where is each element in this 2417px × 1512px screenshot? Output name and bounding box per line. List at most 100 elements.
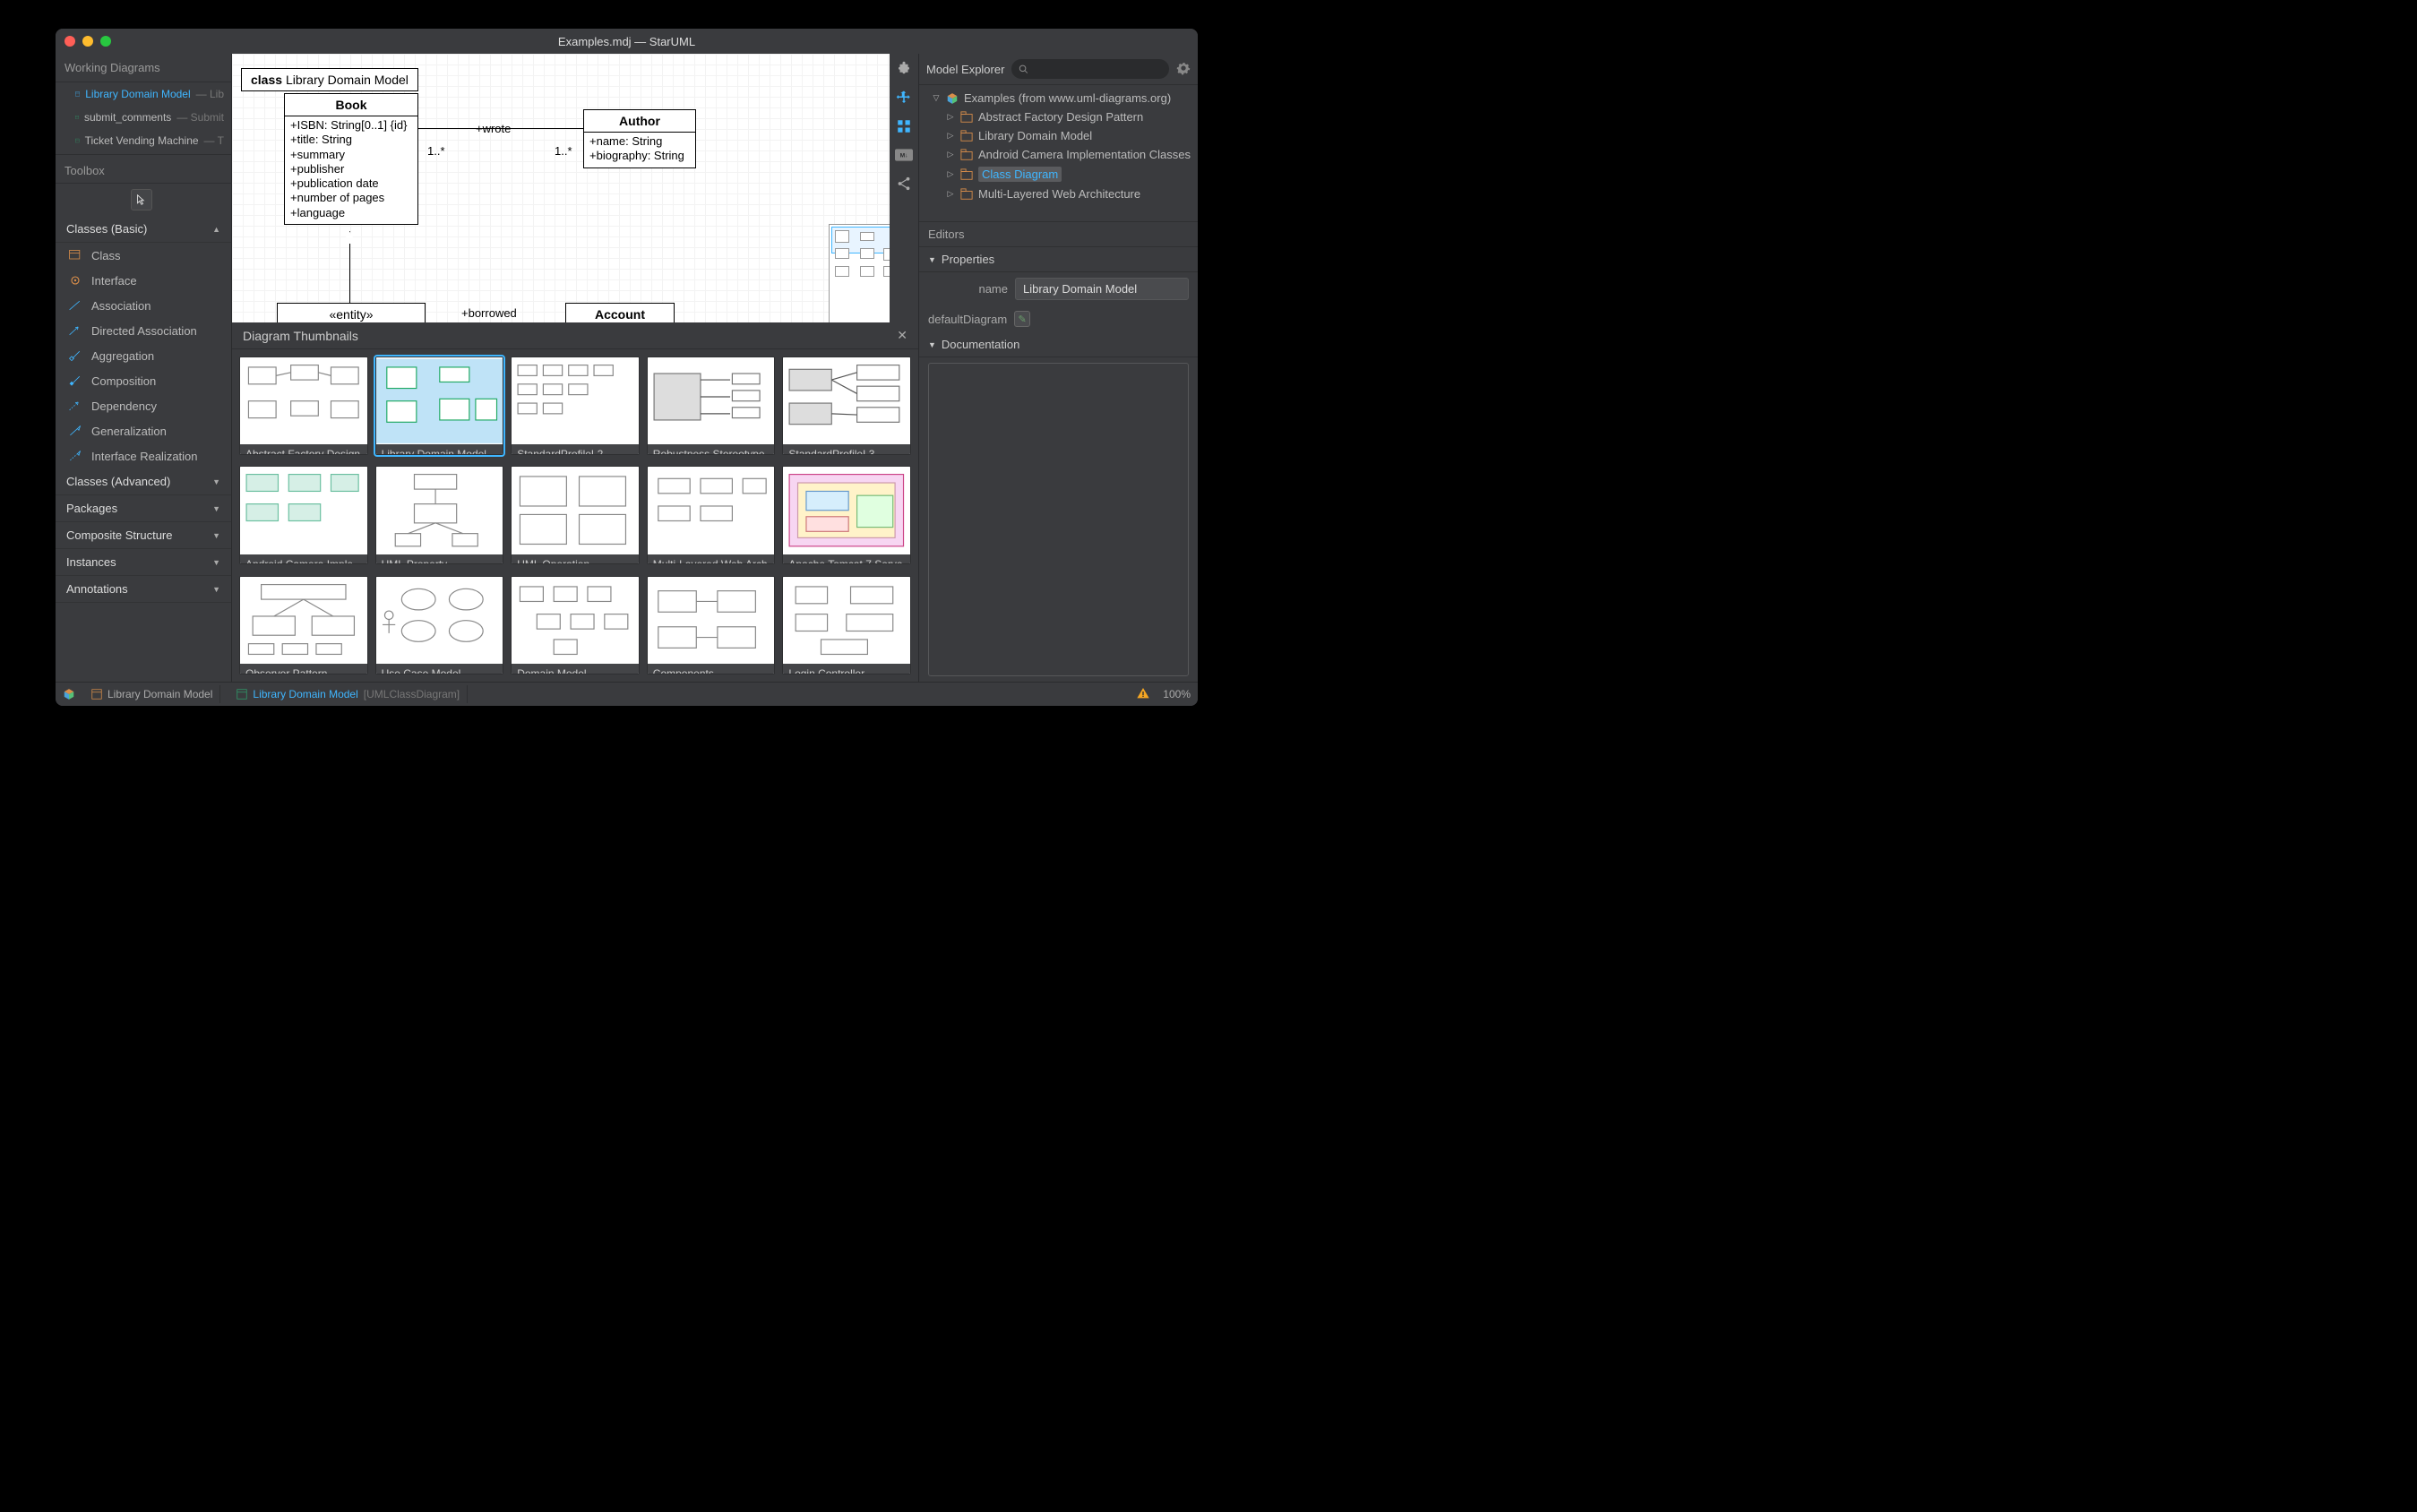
tree-item[interactable]: ▷ Library Domain Model [919,126,1198,145]
thumbnail-item[interactable]: Use Case Model [375,576,504,674]
toolbox-section-composite-structure[interactable]: Composite Structure▼ [56,522,231,549]
toolbox-item-generalization[interactable]: Generalization [56,418,231,443]
status-tab-2[interactable]: Library Domain Model [UMLClassDiagram] [229,685,468,703]
toolbox-section-annotations[interactable]: Annotations▼ [56,576,231,603]
toolbox-header: Toolbox [56,154,231,184]
thumbnail-label: StandardProfileL3 [783,444,910,454]
app-window: Examples.mdj — StarUML Working Diagrams … [56,29,1198,706]
thumbnail-label: Use Case Model [376,664,503,674]
diagram-canvas[interactable]: class Library Domain Model +wrote 1..* 1… [232,54,918,322]
window-controls [65,36,111,47]
cube-icon [946,92,959,105]
documentation-section-header[interactable]: ▼ Documentation [919,332,1198,357]
properties-section-header[interactable]: ▼ Properties [919,247,1198,272]
grid-tool-button[interactable] [894,116,914,136]
uml-class-book[interactable]: Book +ISBN: String[0..1] {id}+title: Str… [284,93,418,225]
grid-icon [896,118,912,134]
close-window-button[interactable] [65,36,75,47]
working-diagrams-list: Library Domain Model — Lib submit_commen… [56,82,231,152]
caret-down-icon: ▼ [212,504,220,513]
toolbox-item-composition[interactable]: Composition [56,368,231,393]
thumbnail-label: Components [648,664,775,674]
toolbox-item-aggregation[interactable]: Aggregation [56,343,231,368]
toolbox-section-instances[interactable]: Instances▼ [56,549,231,576]
uml-class-author[interactable]: Author +name: String+biography: String [583,109,696,168]
settings-button[interactable] [1176,61,1191,78]
uml-class-entity[interactable]: «entity» [277,303,426,322]
share-button[interactable] [894,174,914,193]
uml-class-account[interactable]: Account [565,303,675,322]
tool-icon [68,424,82,438]
maximize-window-button[interactable] [100,36,111,47]
toolbox-item-class[interactable]: Class [56,243,231,268]
thumbnail-item[interactable]: Multi-Layered Web Arch [647,466,776,564]
tree-item[interactable]: ▷ Android Camera Implementation Classes [919,145,1198,164]
thumbnail-label: Abstract Factory Design [240,444,367,454]
search-icon [1019,64,1028,74]
thumbnail-item[interactable]: Apache Tomcat 7 Serve [782,466,911,564]
package-icon [960,168,973,181]
thumbnail-item[interactable]: Android Camera Imple [239,466,368,564]
tree-item[interactable]: ▷ Abstract Factory Design Pattern [919,107,1198,126]
working-diagrams-header: Working Diagrams [56,54,231,82]
titlebar: Examples.mdj — StarUML [56,29,1198,54]
working-diagram-item[interactable]: Library Domain Model — Lib [56,82,231,106]
extensions-button[interactable] [894,59,914,79]
toolbox-items: ClassInterfaceAssociationDirected Associ… [56,243,231,468]
thumbnails-title: Diagram Thumbnails [243,329,358,343]
assoc-label-wrote: +wrote [476,122,511,135]
thumbnail-label: StandardProfileL2 [512,444,639,454]
tree-item[interactable]: ▷ Multi-Layered Web Architecture [919,185,1198,203]
model-search-input[interactable] [1033,62,1162,76]
tree-item[interactable]: ▷ Class Diagram [919,164,1198,185]
pointer-tool-button[interactable] [131,189,152,210]
thumbnail-item[interactable]: StandardProfileL2 [511,357,640,455]
prop-name-input[interactable] [1015,278,1189,300]
thumbnail-item[interactable]: UML Property [375,466,504,564]
minimize-window-button[interactable] [82,36,93,47]
caret-up-icon: ▲ [212,225,220,234]
model-explorer-header: Model Explorer [926,63,1004,76]
package-icon [960,130,973,142]
thumbnail-item[interactable]: Components [647,576,776,674]
thumbnail-item[interactable]: Robustness Stereotype [647,357,776,455]
toolbox-item-interface-realization[interactable]: Interface Realization [56,443,231,468]
status-tab-1[interactable]: Library Domain Model [84,685,220,703]
tree-root[interactable]: ▽ Examples (from www.uml-diagrams.org) [919,89,1198,107]
toolbox-item-association[interactable]: Association [56,293,231,318]
toolbox-section-classes-advanced-[interactable]: Classes (Advanced)▼ [56,468,231,495]
zoom-level[interactable]: 100% [1163,688,1191,700]
toolbox-section-classes-basic[interactable]: Classes (Basic) ▲ [56,216,231,243]
toolbox-section-packages[interactable]: Packages▼ [56,495,231,522]
thumbnail-label: UML Operation [512,554,639,564]
thumbnail-item[interactable]: StandardProfileL3 [782,357,911,455]
model-search[interactable] [1011,59,1169,79]
caret-down-icon: ▼ [212,531,220,540]
diagram-icon [75,134,80,147]
move-tool-button[interactable] [894,88,914,107]
puzzle-icon [896,61,912,77]
warning-icon[interactable] [1136,686,1150,703]
working-diagram-item[interactable]: submit_comments — Submit [56,106,231,129]
thumbnail-item[interactable]: Library Domain Model [375,357,504,455]
window-title: Examples.mdj — StarUML [56,35,1198,48]
package-icon [960,149,973,161]
markdown-button[interactable]: M↓ [894,145,914,165]
documentation-textarea[interactable] [928,363,1189,676]
close-thumbnails-button[interactable]: ✕ [897,328,907,343]
package-icon [960,188,973,201]
toolbox-item-dependency[interactable]: Dependency [56,393,231,418]
thumbnail-item[interactable]: Abstract Factory Design [239,357,368,455]
default-diagram-checkbox[interactable]: ✎ [1014,311,1030,327]
working-diagram-item[interactable]: Ticket Vending Machine — T [56,129,231,152]
tool-icon [68,248,82,262]
thumbnail-item[interactable]: Observer Pattern [239,576,368,674]
toolbox-item-interface[interactable]: Interface [56,268,231,293]
thumbnail-item[interactable]: UML Operation [511,466,640,564]
thumbnail-item[interactable]: Domain Model [511,576,640,674]
statusbar: Library Domain Model Library Domain Mode… [56,682,1198,706]
thumbnail-item[interactable]: Login Controller [782,576,911,674]
caret-down-icon: ▽ [932,93,941,103]
toolbox-item-directed-association[interactable]: Directed Association [56,318,231,343]
prop-default-label: defaultDiagram [928,313,1007,326]
